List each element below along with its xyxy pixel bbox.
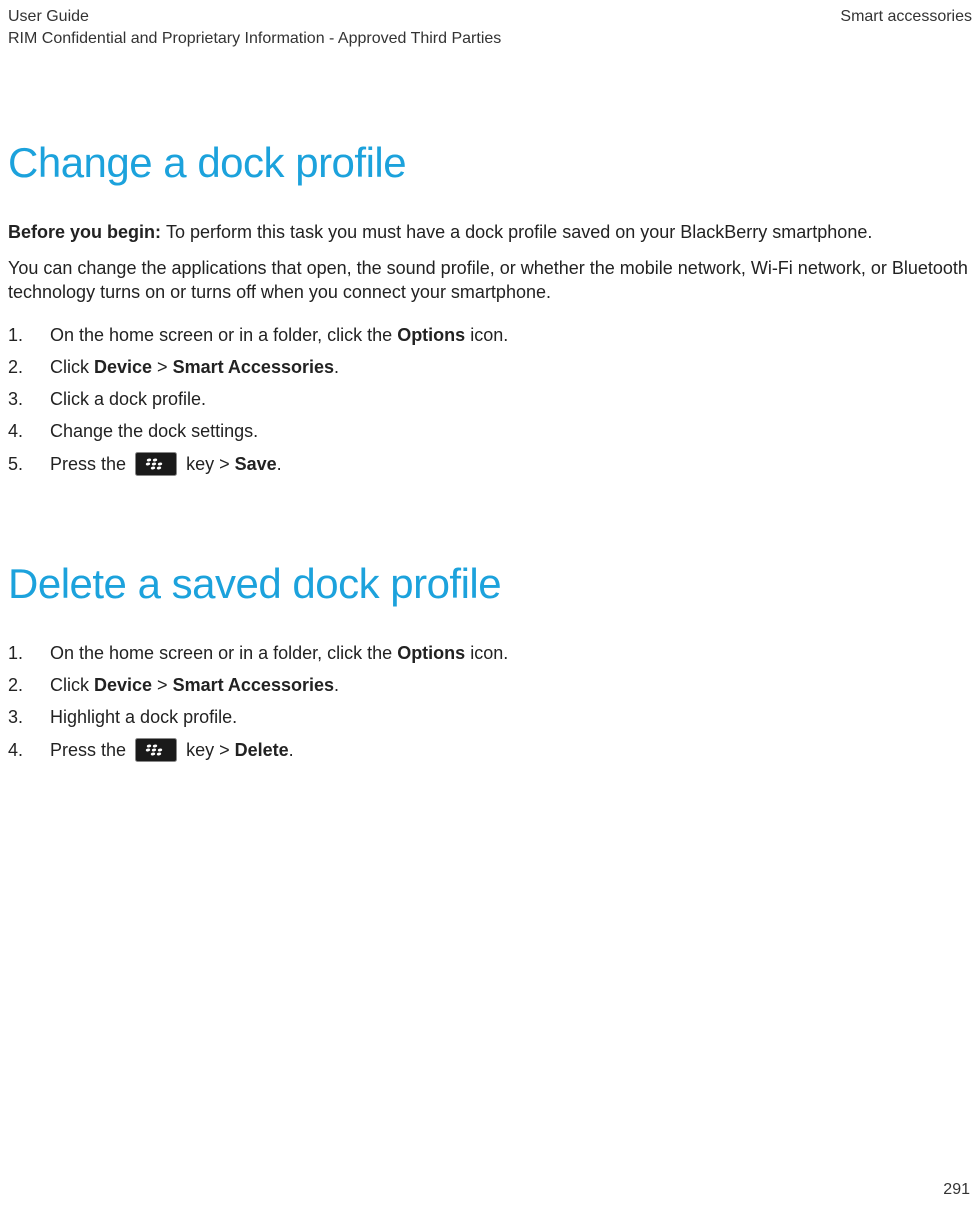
step-text: . xyxy=(334,675,339,695)
step-text: icon. xyxy=(465,643,508,663)
step-text: > xyxy=(152,675,173,695)
step-text: key > xyxy=(186,740,235,760)
step-text: Highlight a dock profile. xyxy=(50,707,237,727)
step-bold: Delete xyxy=(235,740,289,760)
step-2: 2. Click Device > Smart Accessories. xyxy=(8,673,972,697)
step-1: 1. On the home screen or in a folder, cl… xyxy=(8,641,972,665)
step-num: 1. xyxy=(8,323,36,347)
blackberry-key-icon xyxy=(135,738,177,762)
step-text: . xyxy=(334,357,339,377)
step-bold: Smart Accessories xyxy=(173,357,334,377)
step-text: Change the dock settings. xyxy=(50,421,258,441)
step-text: Press the xyxy=(50,740,131,760)
step-4: 4. Press the xyxy=(8,738,972,762)
header-right: Smart accessories xyxy=(840,6,972,49)
header-left-line1: User Guide xyxy=(8,6,501,28)
step-bold: Smart Accessories xyxy=(173,675,334,695)
before-label: Before you begin: xyxy=(8,222,166,242)
section-title-delete: Delete a saved dock profile xyxy=(8,556,972,613)
intro-paragraph: You can change the applications that ope… xyxy=(8,256,972,305)
step-5: 5. Press the key > Save. xyxy=(8,452,972,476)
step-bold: Device xyxy=(94,675,152,695)
step-4: 4. Change the dock settings. xyxy=(8,419,972,443)
blackberry-key-icon xyxy=(135,452,177,476)
step-num: 1. xyxy=(8,641,36,665)
step-bold: Options xyxy=(397,325,465,345)
step-text: icon. xyxy=(465,325,508,345)
step-num: 4. xyxy=(8,419,36,443)
step-num: 2. xyxy=(8,355,36,379)
before-you-begin: Before you begin: To perform this task y… xyxy=(8,220,972,244)
steps-delete: 1. On the home screen or in a folder, cl… xyxy=(8,641,972,762)
step-num: 2. xyxy=(8,673,36,697)
step-1: 1. On the home screen or in a folder, cl… xyxy=(8,323,972,347)
step-num: 5. xyxy=(8,452,36,476)
step-text: Click xyxy=(50,357,94,377)
step-text: Press the xyxy=(50,454,131,474)
step-bold: Options xyxy=(397,643,465,663)
step-num: 3. xyxy=(8,387,36,411)
section-title-change: Change a dock profile xyxy=(8,135,972,192)
step-bold: Save xyxy=(235,454,277,474)
step-text: Click a dock profile. xyxy=(50,389,206,409)
header-left-line2: RIM Confidential and Proprietary Informa… xyxy=(8,28,501,50)
step-text: . xyxy=(277,454,282,474)
step-text: On the home screen or in a folder, click… xyxy=(50,643,397,663)
step-text: Click xyxy=(50,675,94,695)
step-text: On the home screen or in a folder, click… xyxy=(50,325,397,345)
steps-change: 1. On the home screen or in a folder, cl… xyxy=(8,323,972,476)
step-num: 3. xyxy=(8,705,36,729)
step-num: 4. xyxy=(8,738,36,762)
step-text: . xyxy=(289,740,294,760)
step-text: > xyxy=(152,357,173,377)
before-text: To perform this task you must have a doc… xyxy=(166,222,872,242)
step-3: 3. Click a dock profile. xyxy=(8,387,972,411)
step-text: key > xyxy=(186,454,235,474)
step-3: 3. Highlight a dock profile. xyxy=(8,705,972,729)
step-2: 2. Click Device > Smart Accessories. xyxy=(8,355,972,379)
page-number: 291 xyxy=(943,1179,970,1201)
step-bold: Device xyxy=(94,357,152,377)
